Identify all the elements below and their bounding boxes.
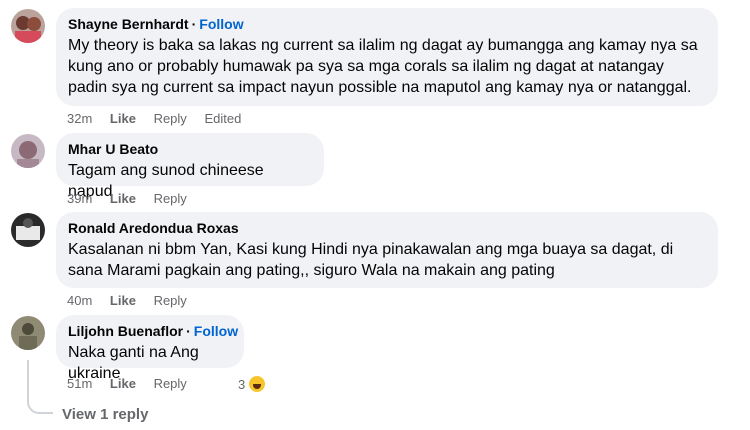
comment-actions-1: 32m Like Reply Edited — [67, 111, 255, 127]
reply-button[interactable]: Reply — [154, 376, 187, 391]
timestamp[interactable]: 40m — [67, 293, 92, 308]
reply-thread-line — [27, 360, 53, 414]
commenter-name[interactable]: Liljohn Buenaflor — [68, 323, 183, 339]
follow-button[interactable]: Follow — [199, 16, 243, 32]
comment-bubble-2: Mhar U Beato Tagam ang sunod chineese na… — [56, 133, 324, 200]
comment-actions-4: 51m Like Reply — [67, 376, 201, 392]
commenter-name[interactable]: Shayne Bernhardt — [68, 16, 189, 32]
reply-button[interactable]: Reply — [154, 293, 187, 308]
separator-dot: · — [186, 323, 191, 339]
timestamp[interactable]: 51m — [67, 376, 92, 391]
like-button[interactable]: Like — [110, 376, 136, 391]
like-button[interactable]: Like — [110, 111, 136, 126]
commenter-name[interactable]: Mhar U Beato — [68, 141, 158, 157]
timestamp[interactable]: 39m — [67, 191, 92, 206]
comment-actions-2: 39m Like Reply — [67, 191, 201, 207]
comment-bubble-1: Shayne Bernhardt · Follow My theory is bak… — [56, 8, 718, 106]
reply-button[interactable]: Reply — [154, 191, 187, 206]
view-replies-link[interactable]: View 1 reply — [62, 406, 148, 423]
like-button[interactable]: Like — [110, 191, 136, 206]
comment-text: My theory is baka sa lakas ng current sa… — [68, 37, 698, 96]
follow-button[interactable]: Follow — [194, 323, 238, 339]
reaction-summary[interactable]: 3 — [238, 374, 268, 394]
edited-label: Edited — [204, 111, 242, 126]
avatar-liljohn[interactable] — [11, 316, 45, 350]
comment-text: Kasalanan ni bbm Yan, Kasi kung Hindi ny… — [68, 241, 674, 279]
avatar-mhar[interactable] — [11, 134, 45, 168]
haha-emoji-icon — [247, 374, 268, 394]
comment-actions-3: 40m Like Reply — [67, 293, 201, 309]
avatar-ronald[interactable] — [11, 213, 45, 247]
reply-button[interactable]: Reply — [154, 111, 187, 126]
comment-bubble-3: Ronald Aredondua Roxas Kasalanan ni bbm … — [56, 212, 718, 288]
like-button[interactable]: Like — [110, 293, 136, 308]
comment-bubble-4: Liljohn Buenaflor · Follow Naka ganti na A… — [56, 315, 244, 382]
reaction-count: 3 — [238, 376, 246, 392]
commenter-name[interactable]: Ronald Aredondua Roxas — [68, 220, 239, 236]
separator-dot: · — [191, 16, 197, 32]
timestamp[interactable]: 32m — [67, 111, 92, 126]
avatar-shayne[interactable] — [11, 9, 45, 43]
